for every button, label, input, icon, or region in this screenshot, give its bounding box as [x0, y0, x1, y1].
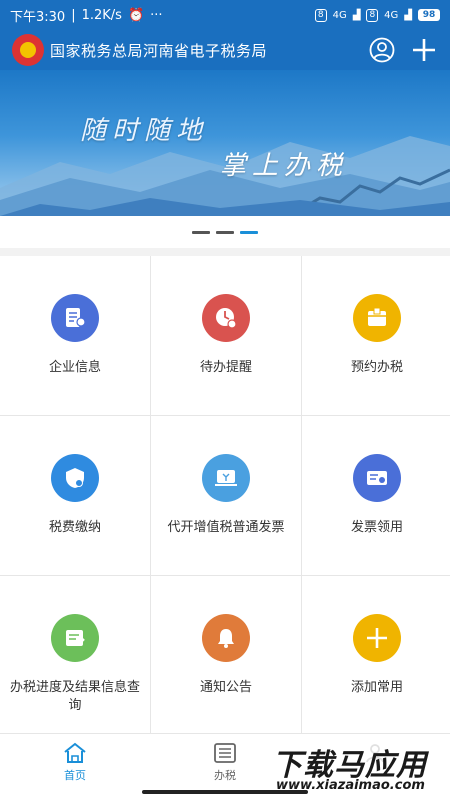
tab-home[interactable]: 首页	[0, 734, 150, 800]
sim1-icon: 8	[314, 8, 327, 22]
page-title: 国家税务总局河南省电子税务局	[50, 41, 268, 60]
grid-item-todo-reminder[interactable]: 待办提醒	[151, 256, 301, 415]
banner-pager	[0, 216, 450, 248]
user-icon	[369, 37, 395, 63]
signal2-icon: ▟	[404, 9, 412, 21]
add-button[interactable]	[410, 36, 438, 64]
list-icon	[214, 743, 236, 763]
progress-query-icon	[51, 614, 99, 662]
banner-slogan-1: 随时随地	[80, 116, 209, 146]
signal1-label: 4G	[332, 9, 347, 21]
status-divider: |	[71, 7, 76, 23]
pager-dot-active[interactable]	[240, 230, 258, 234]
grid-item-label: 通知公告	[199, 680, 252, 695]
plus-icon	[353, 614, 401, 662]
more-icon: ···	[150, 7, 163, 23]
pager-dot[interactable]	[192, 230, 210, 234]
tax-emblem-icon	[12, 34, 44, 66]
sim2-icon: 8	[366, 8, 379, 22]
bell-notice-icon	[202, 614, 250, 662]
signal1-icon: ▟	[352, 9, 361, 21]
grid-item-label: 发票领用	[350, 520, 403, 535]
grid-item-invoice-receive[interactable]: 发票领用	[302, 416, 450, 575]
grid-item-label: 添加常用	[350, 680, 403, 695]
grid-item-label: 办税进度及结果信息查询	[9, 680, 140, 713]
grid-item-appointment[interactable]: 预约办税	[302, 256, 450, 415]
signal2-label: 4G	[384, 9, 399, 21]
grid-item-add-favorite[interactable]: 添加常用	[302, 576, 450, 735]
grid-item-invoice-issue[interactable]: 代开增值税普通发票	[151, 416, 301, 575]
invoice-issue-icon	[202, 454, 250, 502]
tab-label: 办税	[214, 769, 236, 782]
user-button[interactable]	[368, 36, 396, 64]
tax-payment-icon	[51, 454, 99, 502]
section-divider	[0, 248, 450, 256]
status-time: 下午3:30	[10, 9, 66, 25]
app-header: 国家税务总局河南省电子税务局	[0, 30, 450, 70]
grid-item-tax-payment[interactable]: 税费缴纳	[0, 416, 150, 575]
banner-slogan-2: 掌上办税	[220, 151, 349, 181]
grid-item-progress-query[interactable]: 办税进度及结果信息查询	[0, 576, 150, 735]
home-icon	[64, 742, 86, 763]
alarm-icon: ⏰	[127, 7, 145, 23]
grid-item-company-info[interactable]: 企业信息	[0, 256, 150, 415]
site-watermark: 下载马应用 www.xiazaimao.com	[266, 740, 448, 796]
mountain-illustration	[0, 136, 450, 216]
grid-item-label: 待办提醒	[199, 360, 252, 375]
promo-banner[interactable]: 随时随地 掌上办税	[0, 70, 450, 216]
appointment-icon	[353, 294, 401, 342]
network-speed: 1.2K/s	[81, 7, 122, 23]
grid-item-label: 代开增值税普通发票	[167, 520, 285, 535]
pager-dot[interactable]	[216, 230, 234, 234]
grid-item-notice[interactable]: 通知公告	[151, 576, 301, 735]
service-grid: 企业信息 待办提醒 预约办税 税费缴纳 代开增值税普通发票 发票领用 办税进度及…	[0, 256, 450, 735]
grid-item-label: 预约办税	[350, 360, 403, 375]
invoice-receive-icon	[353, 454, 401, 502]
clock-reminder-icon	[202, 294, 250, 342]
tab-label: 首页	[64, 769, 86, 782]
gesture-bar[interactable]	[142, 790, 308, 794]
company-info-icon	[51, 294, 99, 342]
plus-icon	[413, 39, 435, 61]
status-bar: 下午3:30 | 1.2K/s ⏰ ··· 8 4G ▟ 8 4G ▟ 98	[0, 0, 450, 30]
battery-icon: 98	[418, 9, 440, 21]
grid-item-label: 税费缴纳	[48, 520, 101, 535]
grid-item-label: 企业信息	[48, 360, 101, 375]
